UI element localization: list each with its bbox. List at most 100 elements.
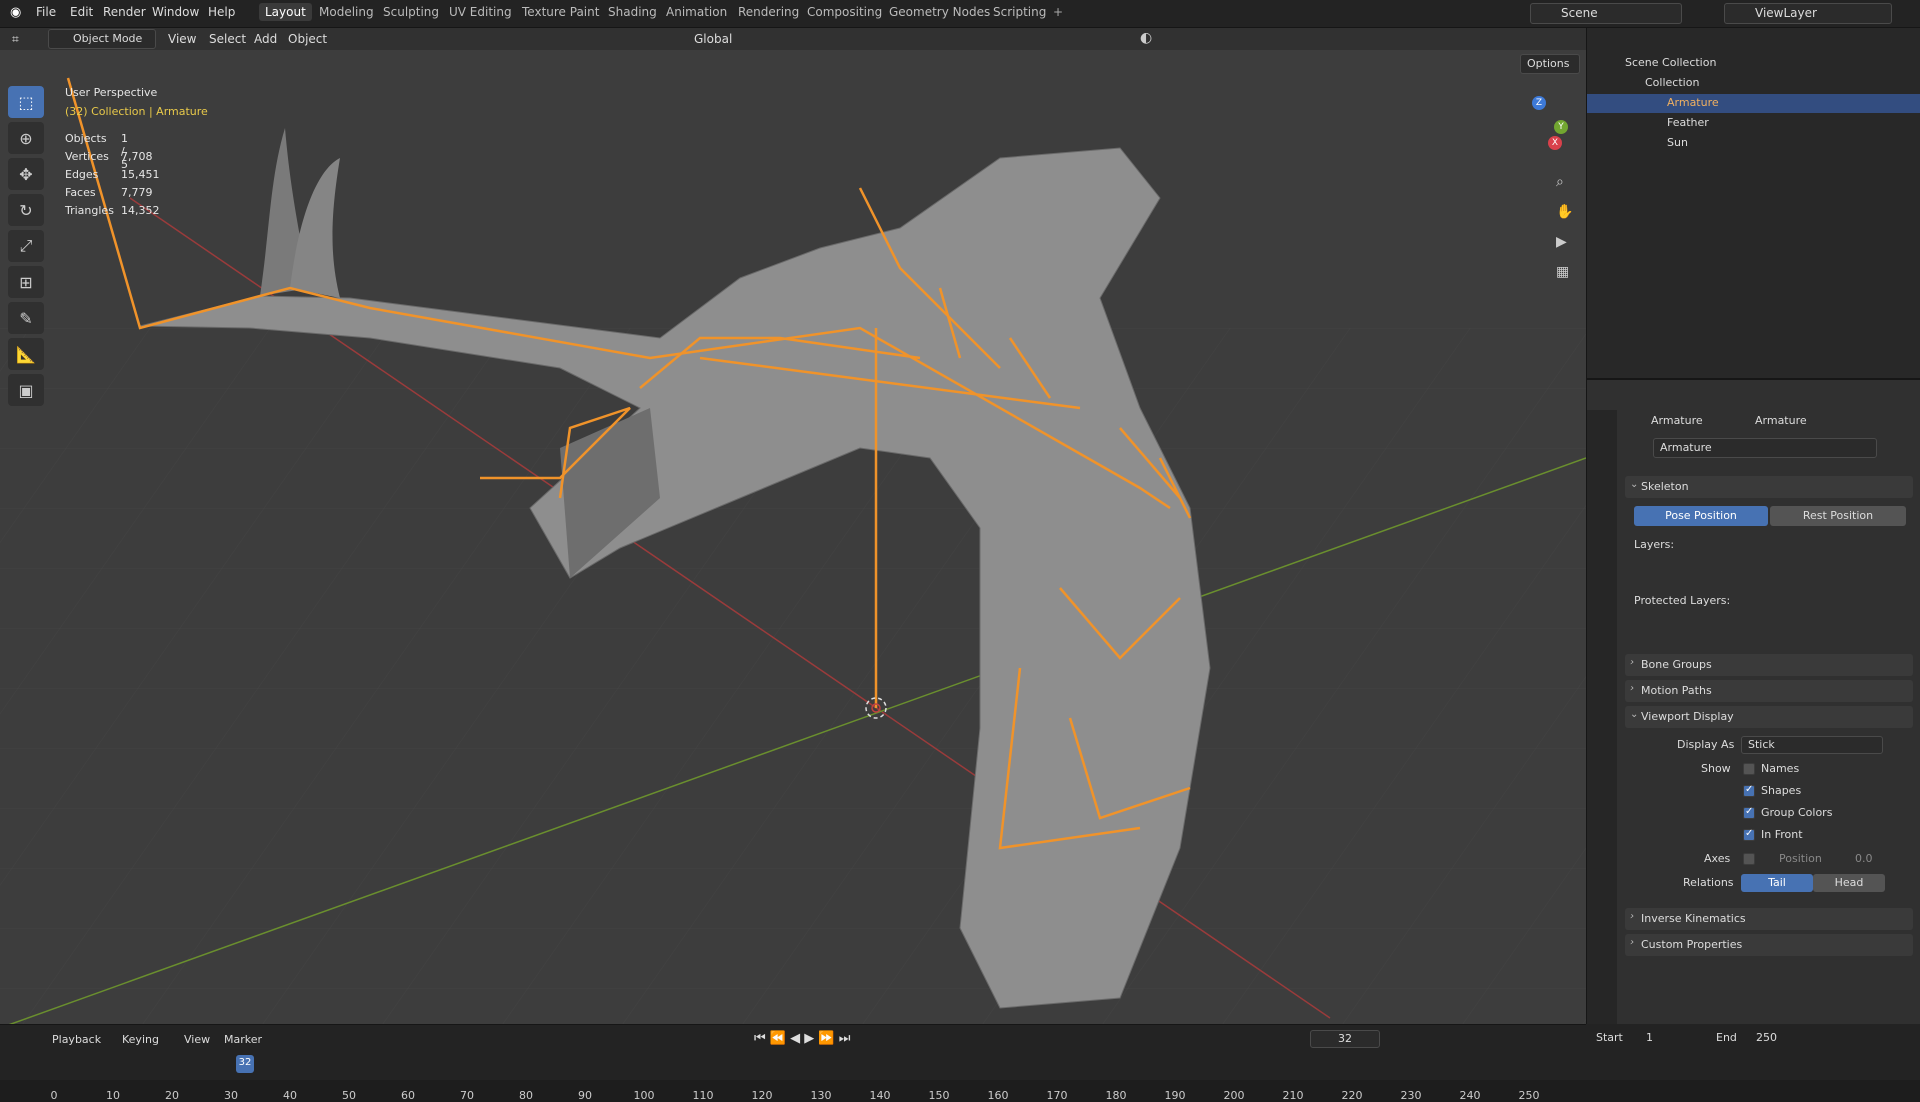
outliner: Scene Collection Collection Armature Fea… (1586, 28, 1920, 378)
gizmo-y-icon[interactable]: Y (1554, 120, 1568, 134)
axes-checkbox[interactable] (1743, 853, 1755, 865)
layers-label: Layers: (1634, 538, 1675, 551)
protected-layers-label: Protected Layers: (1634, 594, 1731, 607)
stat-faces: Faces 7,779 (65, 186, 153, 199)
outliner-item-armature[interactable]: Armature (1587, 94, 1920, 113)
tab-uv-editing[interactable]: UV Editing (449, 5, 512, 19)
menu-window[interactable]: Window (152, 5, 199, 19)
transform-icon[interactable]: ⊞ (8, 266, 44, 298)
playback-controls[interactable]: ⏮ ⏪ ◀ ▶ ⏩ ⏭ (754, 1031, 850, 1046)
view-layer-name: ViewLayer (1755, 6, 1817, 20)
breadcrumb-data: Armature (1755, 414, 1807, 427)
blender-logo-icon[interactable]: ◉ (10, 5, 21, 20)
scene-name: Scene (1561, 6, 1598, 20)
stat-edges: Edges 15,451 (65, 168, 160, 181)
tab-shading[interactable]: Shading (608, 5, 657, 19)
menu-marker[interactable]: Marker (224, 1033, 262, 1046)
display-as-select[interactable]: Stick (1741, 736, 1883, 754)
group-colors-label: Group Colors (1761, 806, 1833, 819)
panel-inverse-kinematics[interactable]: › Inverse Kinematics (1625, 908, 1913, 930)
top-bar: ◉ File Edit Render Window Help Layout Mo… (0, 0, 1920, 28)
panel-skeleton[interactable]: ⌄ Skeleton (1625, 476, 1913, 498)
grid-view-icon[interactable]: ▦ (1556, 264, 1569, 280)
menu-add[interactable]: Add (254, 32, 277, 46)
add-cube-icon[interactable]: ▣ (8, 374, 44, 406)
panel-viewport-display[interactable]: ⌄ Viewport Display (1625, 706, 1913, 728)
tab-rendering[interactable]: Rendering (738, 5, 799, 19)
tab-animation[interactable]: Animation (666, 5, 727, 19)
shapes-checkbox[interactable] (1743, 784, 1755, 797)
gizmo-x-icon[interactable]: X (1548, 136, 1562, 150)
menu-file[interactable]: File (36, 5, 56, 19)
properties-tabs (1587, 410, 1617, 1026)
options-button[interactable]: Options (1520, 54, 1580, 74)
relations-head-button[interactable]: Head (1813, 874, 1885, 892)
in-front-label: In Front (1761, 828, 1803, 841)
3d-viewport[interactable]: ⌗ Object Mode View Select Add Object Glo… (0, 28, 1586, 1024)
orientation-selector[interactable]: Global (694, 32, 732, 46)
stat-objects: Objects 1 / 5 (65, 132, 128, 171)
menu-object[interactable]: Object (288, 32, 327, 46)
tab-modeling[interactable]: Modeling (319, 5, 374, 19)
start-frame[interactable]: 1 (1646, 1031, 1653, 1044)
names-checkbox[interactable] (1743, 763, 1755, 775)
tab-layout[interactable]: Layout (259, 3, 312, 21)
rotate-icon[interactable]: ↻ (8, 194, 44, 226)
menu-view[interactable]: View (168, 32, 196, 46)
tab-sculpting[interactable]: Sculpting (383, 5, 439, 19)
active-object-info: (32) Collection | Armature (65, 105, 208, 118)
panel-custom-properties[interactable]: › Custom Properties (1625, 934, 1913, 956)
menu-render[interactable]: Render (103, 5, 146, 19)
select-box-icon[interactable]: ⬚ (8, 86, 44, 118)
breadcrumb-object: Armature (1651, 414, 1703, 427)
show-label: Show (1701, 762, 1731, 775)
start-label: Start (1596, 1031, 1623, 1044)
group-colors-checkbox[interactable] (1743, 806, 1755, 819)
mode-label: Object Mode (73, 32, 143, 45)
frame-ruler[interactable]: 0 10 20 30 40 50 60 70 80 90 100 110 120… (0, 1055, 1586, 1102)
menu-keying[interactable]: Keying (122, 1033, 159, 1046)
armature-datablock[interactable]: Armature (1653, 438, 1877, 458)
outliner-scene-collection[interactable]: Scene Collection (1587, 54, 1920, 73)
measure-icon[interactable]: 📐 (8, 338, 44, 370)
tab-scripting[interactable]: Scripting (993, 5, 1046, 19)
pan-hand-icon[interactable]: ✋ (1556, 204, 1573, 220)
outliner-item-feather[interactable]: Feather (1587, 114, 1920, 133)
outliner-item-sun[interactable]: Sun (1587, 134, 1920, 153)
gizmo-z-icon[interactable]: Z (1532, 96, 1546, 110)
stat-triangles: Triangles 14,352 (65, 204, 160, 217)
rest-position-button[interactable]: Rest Position (1770, 506, 1906, 526)
relations-tail-button[interactable]: Tail (1741, 874, 1813, 892)
tab-compositing[interactable]: Compositing (807, 5, 882, 19)
axes-label: Axes (1704, 852, 1731, 865)
current-frame-field[interactable]: 32 (1310, 1030, 1380, 1048)
panel-bone-groups[interactable]: › Bone Groups (1625, 654, 1913, 676)
menu-help[interactable]: Help (208, 5, 235, 19)
zoom-icon[interactable]: ⌕ (1556, 174, 1564, 190)
menu-select[interactable]: Select (209, 32, 246, 46)
panel-motion-paths[interactable]: › Motion Paths (1625, 680, 1913, 702)
add-workspace-icon[interactable]: + (1053, 5, 1063, 19)
annotate-icon[interactable]: ✎ (8, 302, 44, 334)
scale-icon[interactable]: ⤢ (8, 230, 44, 262)
menu-playback[interactable]: Playback (52, 1033, 101, 1046)
pose-position-button[interactable]: Pose Position (1634, 506, 1768, 526)
view-layer-selector[interactable]: ViewLayer (1724, 3, 1892, 24)
menu-view-timeline[interactable]: View (184, 1033, 210, 1046)
relations-label: Relations (1683, 876, 1734, 889)
mode-selector[interactable]: Object Mode (48, 29, 156, 49)
tab-geometry-nodes[interactable]: Geometry Nodes (889, 5, 990, 19)
in-front-checkbox[interactable] (1743, 828, 1755, 841)
menu-edit[interactable]: Edit (70, 5, 93, 19)
render-shading-icon[interactable]: ◐ (1140, 30, 1152, 46)
end-frame[interactable]: 250 (1756, 1031, 1777, 1044)
outliner-collection[interactable]: Collection (1587, 74, 1920, 93)
move-icon[interactable]: ✥ (8, 158, 44, 190)
camera-icon[interactable]: ▶ (1556, 234, 1567, 250)
display-as-label: Display As (1677, 738, 1735, 751)
scene-selector[interactable]: Scene (1530, 3, 1682, 24)
editor-type-icon[interactable]: ⌗ (12, 32, 19, 47)
tab-texture-paint[interactable]: Texture Paint (522, 5, 599, 19)
position-value: 0.0 (1855, 852, 1873, 865)
cursor-icon[interactable]: ⊕ (8, 122, 44, 154)
